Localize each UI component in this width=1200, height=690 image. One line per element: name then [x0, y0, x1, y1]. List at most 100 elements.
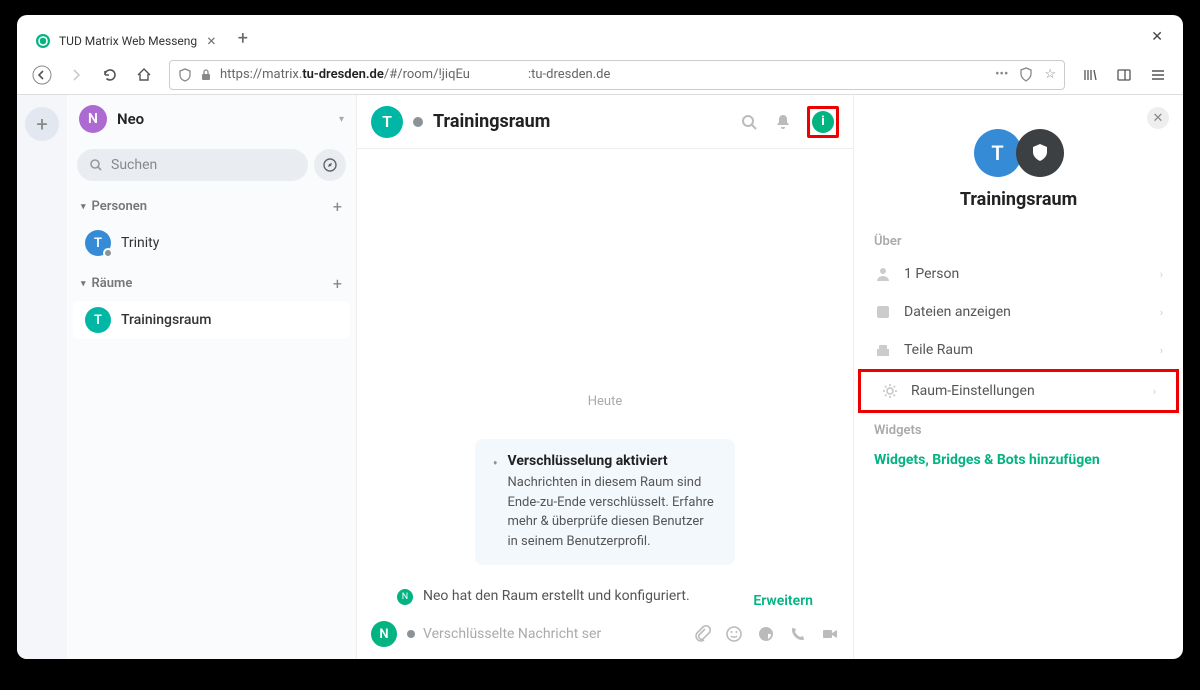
item-label: 1 Person — [904, 266, 959, 282]
person-name: Trinity — [121, 235, 159, 251]
voice-call-icon[interactable] — [789, 625, 807, 643]
settings-item[interactable]: Raum-Einstellungen › — [861, 372, 1176, 410]
e2e-indicator — [407, 630, 415, 638]
composer-avatar: N — [371, 621, 397, 647]
item-label: Dateien anzeigen — [904, 304, 1011, 320]
dm-tile-trinity[interactable]: T Trinity — [73, 224, 350, 262]
user-menu[interactable]: N Neo ▾ — [67, 95, 356, 143]
browser-toolbar: https://matrix.tu-dresden.de/#/room/!jiq… — [17, 55, 1183, 95]
nav-back-button[interactable] — [27, 60, 57, 90]
search-placeholder: Suchen — [111, 157, 157, 173]
people-item[interactable]: 1 Person › — [854, 255, 1183, 293]
shield-icon — [178, 68, 192, 82]
share-icon — [874, 341, 892, 359]
composer: N Verschlüsselte Nachricht ser — [357, 609, 853, 659]
url-bar[interactable]: https://matrix.tu-dresden.de/#/room/!jiq… — [169, 60, 1065, 90]
video-call-icon[interactable] — [821, 625, 839, 643]
chevron-right-icon: › — [1153, 385, 1156, 398]
room-avatar: T — [85, 307, 111, 333]
lock-icon — [200, 69, 212, 81]
file-icon — [874, 303, 892, 321]
files-item[interactable]: Dateien anzeigen › — [854, 293, 1183, 331]
room-header: T Trainingsraum i — [357, 95, 853, 149]
timeline: Heute Verschlüsselung aktiviert Nachrich… — [357, 149, 853, 609]
person-icon — [874, 265, 892, 283]
add-room-button[interactable]: + — [333, 274, 342, 293]
room-avatar: T — [371, 106, 403, 138]
tab-favicon — [35, 33, 51, 49]
encryption-title: Verschlüsselung aktiviert — [507, 453, 717, 469]
room-info-button[interactable]: i — [812, 111, 834, 133]
space-bar: + — [17, 95, 67, 659]
item-label: Raum-Einstellungen — [911, 383, 1035, 399]
add-person-button[interactable]: + — [333, 197, 342, 216]
chevron-right-icon: › — [1160, 306, 1163, 319]
user-name: Neo — [117, 110, 144, 128]
room-name: Trainingsraum — [121, 312, 211, 328]
date-separator: Heute — [397, 394, 813, 409]
rooms-section-header[interactable]: ▾ Räume + — [67, 264, 356, 299]
attach-icon[interactable] — [693, 625, 711, 643]
window-close-icon[interactable]: ✕ — [1139, 23, 1175, 55]
encryption-notice: Verschlüsselung aktiviert Nachrichten in… — [475, 439, 735, 565]
people-section-header[interactable]: ▾ Personen + — [67, 187, 356, 222]
encryption-badge — [1016, 129, 1064, 177]
share-item[interactable]: Teile Raum › — [854, 331, 1183, 369]
chevron-right-icon: › — [1160, 268, 1163, 281]
composer-placeholder: Verschlüsselte Nachricht ser — [423, 626, 601, 642]
create-space-button[interactable]: + — [25, 107, 59, 141]
tab-title: TUD Matrix Web Messeng — [59, 34, 197, 48]
message-input[interactable]: Verschlüsselte Nachricht ser — [407, 626, 683, 642]
new-tab-button[interactable]: + — [228, 22, 258, 55]
chevron-right-icon: › — [1160, 344, 1163, 357]
emoji-icon[interactable] — [725, 625, 743, 643]
room-title: Trainingsraum — [433, 111, 550, 132]
section-label: Räume — [92, 276, 133, 291]
person-avatar: T — [85, 230, 111, 256]
room-avatar-large: T — [974, 129, 1022, 177]
bookmark-icon[interactable]: ☆ — [1044, 67, 1056, 83]
gear-icon — [881, 382, 899, 400]
search-room-icon[interactable] — [739, 112, 759, 132]
browser-tab[interactable]: TUD Matrix Web Messeng × — [25, 27, 228, 55]
nav-home-button[interactable] — [129, 60, 159, 90]
chevron-down-icon: ▾ — [81, 202, 86, 212]
sidebar-icon[interactable] — [1109, 60, 1139, 90]
library-icon[interactable] — [1075, 60, 1105, 90]
event-avatar: N — [397, 589, 413, 605]
left-panel: N Neo ▾ Suchen ▾ Personen + T Trinity — [67, 95, 357, 659]
notifications-icon[interactable] — [773, 112, 793, 132]
more-icon[interactable]: ••• — [995, 67, 1008, 83]
chevron-down-icon: ▾ — [339, 114, 344, 125]
tracking-icon[interactable] — [1018, 67, 1034, 83]
close-panel-button[interactable]: ✕ — [1147, 107, 1169, 129]
event-text: Neo hat den Raum erstellt und konfigurie… — [423, 587, 690, 609]
presence-dot — [413, 117, 423, 127]
user-avatar: N — [79, 105, 107, 133]
tab-close-icon[interactable]: × — [205, 33, 218, 49]
search-input[interactable]: Suchen — [77, 149, 308, 181]
explore-button[interactable] — [314, 149, 346, 181]
section-label: Personen — [92, 199, 148, 214]
item-label: Teile Raum — [904, 342, 973, 358]
search-icon — [89, 158, 103, 172]
event-row: N Neo hat den Raum erstellt und konfigur… — [397, 587, 813, 609]
main-panel: T Trainingsraum i Heute Verschlüss — [357, 95, 853, 659]
sticker-icon[interactable] — [757, 625, 775, 643]
menu-button[interactable] — [1143, 60, 1173, 90]
presence-badge — [103, 248, 113, 258]
highlight-settings: Raum-Einstellungen › — [858, 369, 1179, 413]
widgets-section-label: Widgets — [854, 413, 1183, 444]
highlight-info-button: i — [807, 106, 839, 138]
expand-button[interactable]: Erweitern — [753, 593, 813, 609]
nav-forward-button — [61, 60, 91, 90]
encryption-body: Nachrichten in diesem Raum sind Ende-zu-… — [507, 473, 717, 551]
add-widgets-link[interactable]: Widgets, Bridges & Bots hinzufügen — [854, 444, 1183, 476]
browser-tabbar: TUD Matrix Web Messeng × + ✕ — [17, 15, 1183, 55]
panel-room-title: Trainingsraum — [960, 189, 1077, 210]
room-avatar-pair: T — [974, 129, 1064, 177]
chevron-down-icon: ▾ — [81, 279, 86, 289]
room-tile-trainingsraum[interactable]: T Trainingsraum — [73, 301, 350, 339]
url-text: https://matrix.tu-dresden.de/#/room/!jiq… — [220, 67, 987, 82]
nav-reload-button[interactable] — [95, 60, 125, 90]
